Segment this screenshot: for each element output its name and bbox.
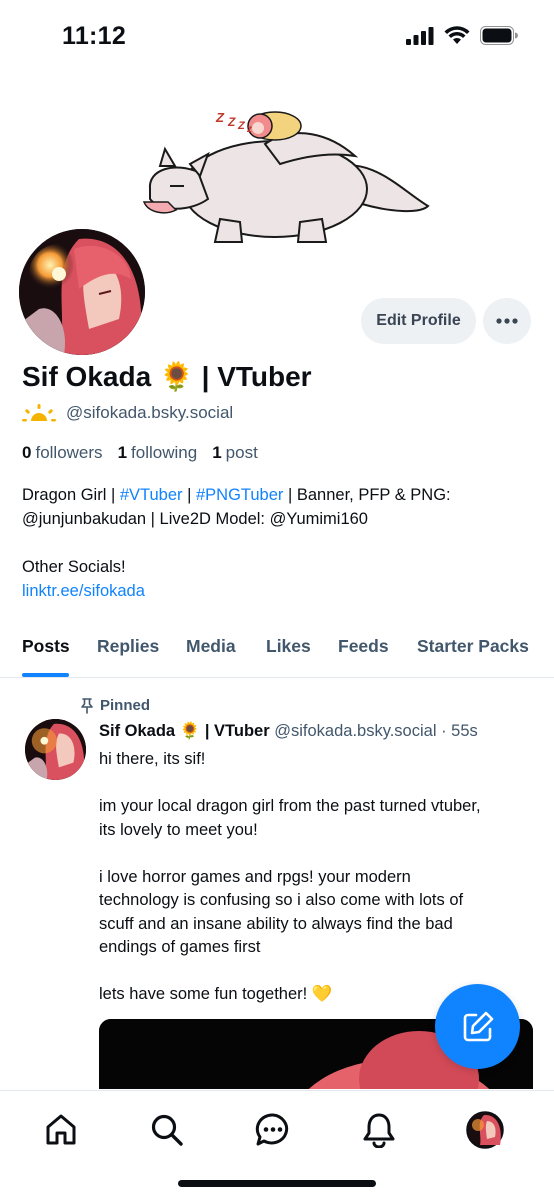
tab-posts[interactable]: Posts <box>22 636 70 657</box>
profile-stats: 0 followers 1 following 1 post <box>22 443 258 463</box>
nav-search[interactable] <box>148 1111 186 1149</box>
post-timestamp: · 55s <box>441 722 478 740</box>
ellipsis-icon <box>496 318 518 324</box>
sleeping-dragon-illustration: Z Z Z z <box>142 110 430 243</box>
post-author-avatar[interactable] <box>25 719 86 780</box>
bio-line-1: Dragon Girl | #VTuber | #PNGTuber | Bann… <box>22 486 451 504</box>
svg-text:Z: Z <box>215 110 225 125</box>
bio-line-3: Other Socials! <box>22 558 126 576</box>
svg-text:Z: Z <box>227 115 236 129</box>
post-line: im your local dragon girl from the past … <box>99 797 481 815</box>
tab-likes[interactable]: Likes <box>266 636 311 657</box>
post-line: endings of games first <box>99 938 261 956</box>
tab-media[interactable]: Media <box>186 636 236 657</box>
post-author-handle[interactable]: @sifokada.bsky.social <box>274 722 436 740</box>
profile-display-name: Sif Okada 🌻 | VTuber <box>22 361 312 392</box>
svg-text:Z: Z <box>237 120 246 132</box>
post-body: hi there, its sif! im your local dragon … <box>99 748 539 1007</box>
status-icons <box>406 26 518 45</box>
profile-tabs: Posts Replies Media Likes Feeds Starter … <box>0 622 554 678</box>
post-line: scuff and an insane ability to always fi… <box>99 914 453 933</box>
post-header: Sif Okada 🌻 | VTuber @sifokada.bsky.soci… <box>99 722 478 741</box>
post-line: technology is confusing so i also come w… <box>99 891 464 909</box>
wifi-icon <box>444 26 470 44</box>
active-tab-indicator <box>22 673 69 677</box>
followers-stat[interactable]: 0 followers <box>22 443 103 463</box>
compose-icon <box>463 1011 493 1041</box>
profile-handle[interactable]: @sifokada.bsky.social <box>66 403 233 423</box>
pinned-label: Pinned <box>100 697 151 714</box>
search-icon <box>151 1114 183 1146</box>
handle-row: @sifokada.bsky.social <box>22 403 233 423</box>
battery-icon <box>480 26 518 45</box>
pinned-indicator: Pinned <box>80 697 150 714</box>
nav-notifications[interactable] <box>360 1111 398 1149</box>
bell-icon <box>363 1113 395 1148</box>
sunrise-icon <box>22 404 56 422</box>
following-stat[interactable]: 1 following <box>118 443 198 463</box>
posts-stat: 1 post <box>212 443 258 462</box>
hashtag-pngtuber-link[interactable]: #PNGTuber <box>196 486 283 504</box>
tab-feeds[interactable]: Feeds <box>338 636 389 657</box>
tab-replies[interactable]: Replies <box>97 636 159 657</box>
svg-text:z: z <box>246 124 252 135</box>
hashtag-vtuber-link[interactable]: #VTuber <box>120 486 183 504</box>
pin-icon <box>81 697 93 714</box>
cellular-signal-icon <box>406 26 434 45</box>
profile-avatar-icon <box>466 1111 504 1149</box>
status-bar: 11:12 <box>0 0 554 74</box>
post-line: i love horror games and rpgs! your moder… <box>99 867 411 886</box>
linktree-link[interactable]: linktr.ee/sifokada <box>22 579 537 603</box>
nav-home[interactable] <box>42 1111 80 1149</box>
post-line: hi there, its sif! <box>99 750 206 768</box>
chat-icon <box>255 1113 289 1146</box>
edit-profile-button[interactable]: Edit Profile <box>361 298 476 344</box>
status-time: 11:12 <box>62 22 127 50</box>
post-line: its lovely to meet you! <box>99 820 258 839</box>
nav-chat[interactable] <box>254 1111 292 1149</box>
post-author-name[interactable]: Sif Okada 🌻 | VTuber <box>99 722 270 740</box>
avatar-image <box>19 229 145 355</box>
profile-banner[interactable]: Z Z Z z <box>0 74 554 246</box>
home-indicator <box>178 1180 376 1187</box>
avatar-image <box>25 719 86 780</box>
tab-starter-packs[interactable]: Starter Packs <box>417 636 529 657</box>
home-icon <box>46 1114 76 1145</box>
nav-profile[interactable] <box>466 1111 504 1149</box>
compose-post-button[interactable] <box>435 984 520 1069</box>
profile-avatar[interactable] <box>16 226 148 358</box>
bio-line-2: @junjunbakudan | Live2D Model: @Yumimi16… <box>22 510 368 528</box>
profile-bio: Dragon Girl | #VTuber | #PNGTuber | Bann… <box>22 483 537 603</box>
more-options-button[interactable] <box>483 298 531 344</box>
